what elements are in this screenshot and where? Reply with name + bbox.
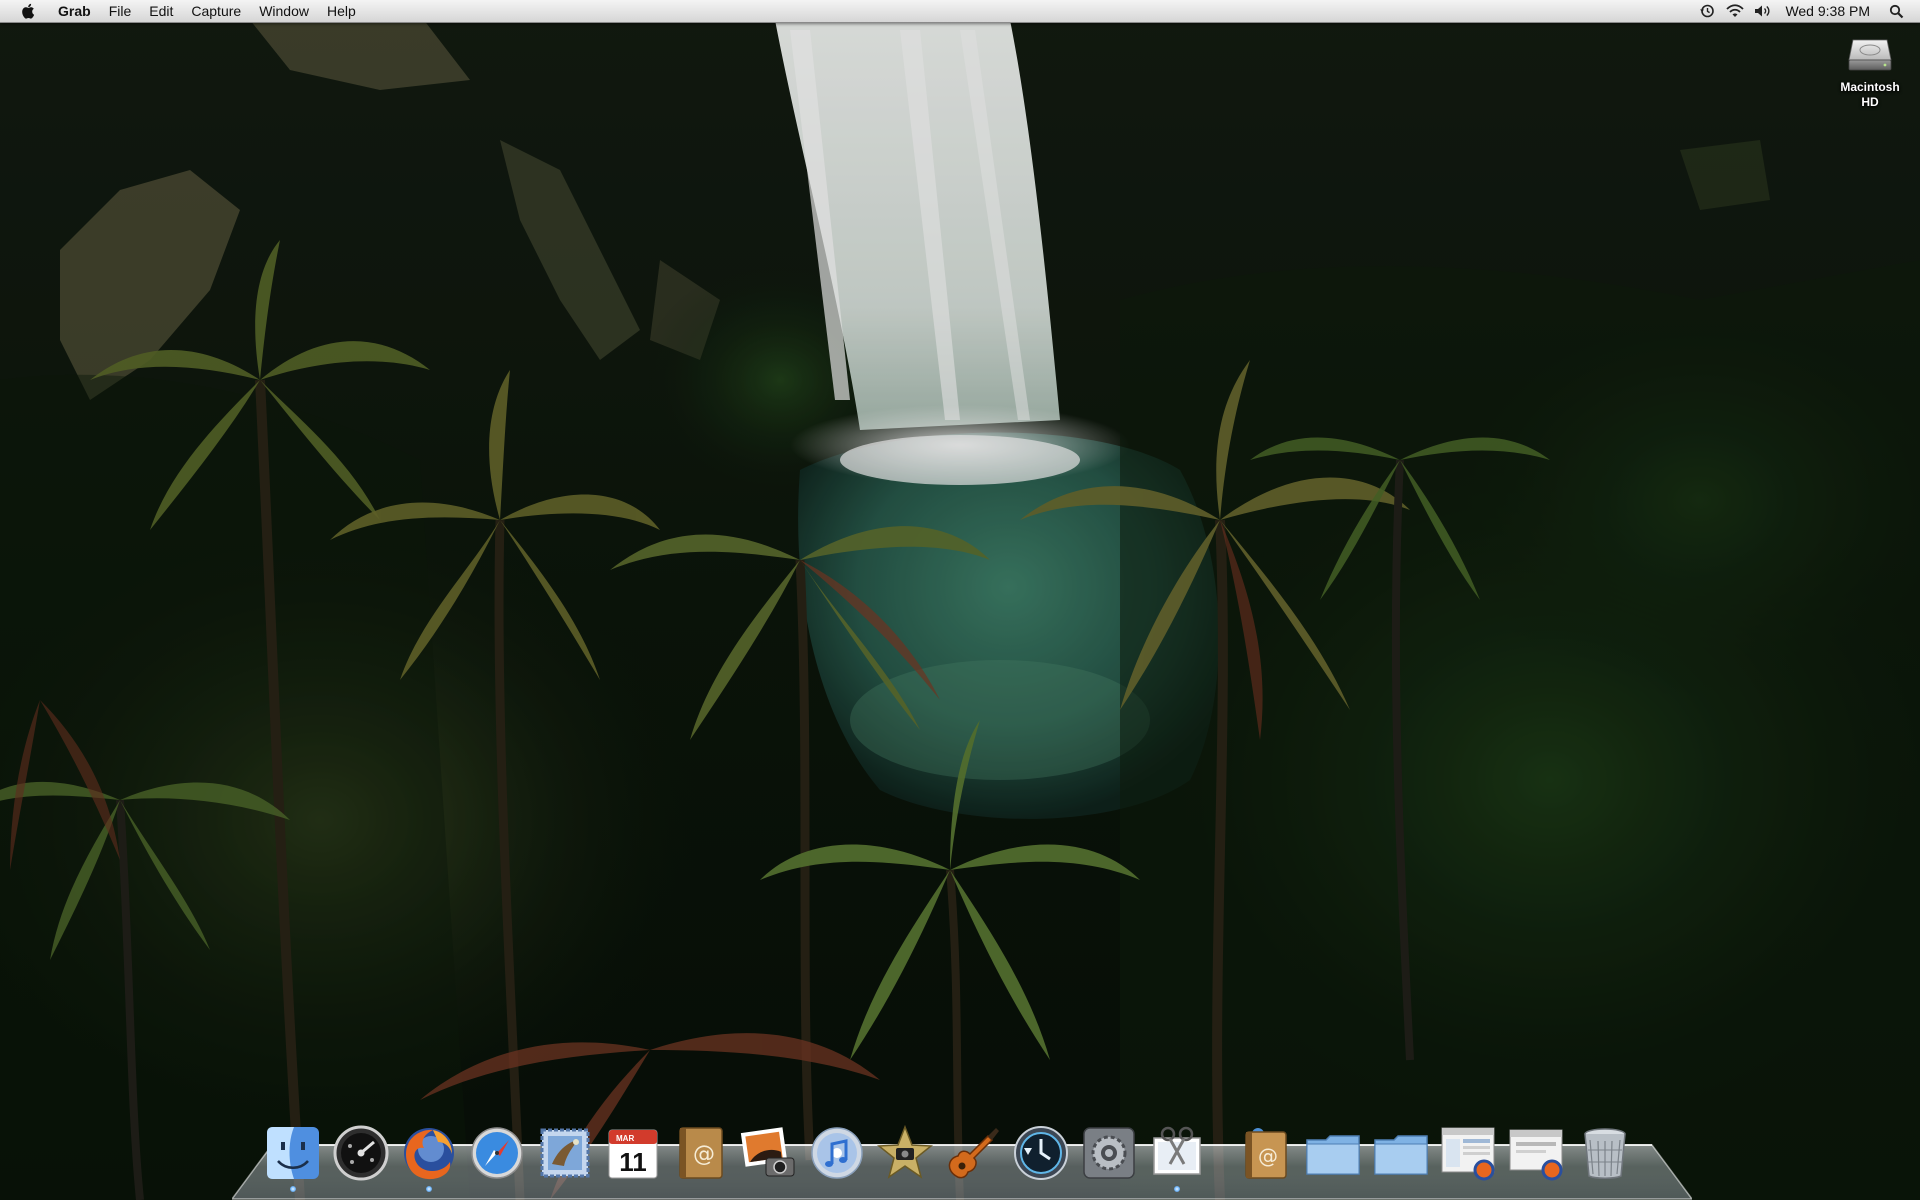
spotlight-icon[interactable]: [1886, 2, 1906, 20]
dock-stack-applications[interactable]: [1302, 1116, 1364, 1182]
volume-icon[interactable]: [1753, 2, 1773, 20]
documents-folder-icon: [1374, 1135, 1428, 1175]
wifi-icon[interactable]: [1725, 2, 1745, 20]
running-indicator: [1174, 1186, 1180, 1192]
grab-icon: [1153, 1126, 1201, 1175]
dock-item-imovie[interactable]: [874, 1116, 936, 1182]
app-menu-grab[interactable]: Grab: [50, 0, 100, 22]
iphoto-icon: [740, 1127, 795, 1177]
ical-icon: MAR 11: [608, 1129, 658, 1179]
trash-icon: [1584, 1128, 1626, 1179]
imovie-icon: [876, 1124, 934, 1179]
dock: MAR 11 @ @: [262, 1112, 1642, 1192]
firefox-icon: [404, 1128, 454, 1180]
ical-month-label: MAR: [616, 1134, 634, 1143]
apple-menu-icon[interactable]: [20, 2, 36, 20]
menu-window[interactable]: Window: [250, 0, 318, 22]
garageband-icon: [948, 1128, 999, 1179]
menu-capture[interactable]: Capture: [182, 0, 250, 22]
dock-item-system-preferences[interactable]: [1078, 1116, 1140, 1182]
applications-folder-icon: [1306, 1135, 1360, 1175]
volume-name-line2: HD: [1861, 95, 1879, 109]
dock-item-grab[interactable]: [1146, 1116, 1208, 1192]
wallpaper-jungle-waterfall: [0, 0, 1920, 1200]
dock-minimized-window-2[interactable]: [1506, 1116, 1568, 1182]
address-book-stack-icon: @: [1245, 1128, 1287, 1179]
menu-edit[interactable]: Edit: [140, 0, 182, 22]
dock-item-mail[interactable]: [534, 1116, 596, 1182]
finder-icon: [267, 1127, 319, 1179]
menu-help[interactable]: Help: [318, 0, 365, 22]
itunes-icon: [811, 1127, 863, 1179]
svg-text:@: @: [1258, 1144, 1278, 1168]
time-machine-icon: [1014, 1126, 1068, 1180]
dock-item-address-book[interactable]: @: [670, 1116, 732, 1182]
dock-item-safari[interactable]: [466, 1116, 528, 1182]
dashboard-icon: [333, 1125, 389, 1181]
safari-icon: [471, 1127, 523, 1179]
dock-item-firefox[interactable]: [398, 1116, 460, 1192]
menu-clock[interactable]: Wed 9:38 PM: [1777, 3, 1882, 19]
dock-item-ical[interactable]: MAR 11: [602, 1116, 664, 1182]
menu-file[interactable]: File: [100, 0, 141, 22]
dock-item-dashboard[interactable]: [330, 1116, 392, 1182]
svg-text:@: @: [693, 1142, 715, 1167]
firefox-window-minimized-1: [1441, 1127, 1495, 1181]
macintosh-hd-desktop-icon[interactable]: Macintosh HD: [1828, 30, 1912, 110]
running-indicator: [426, 1186, 432, 1192]
firefox-window-minimized-2: [1509, 1129, 1563, 1181]
dock-item-iphoto[interactable]: [738, 1116, 800, 1182]
dock-item-time-machine[interactable]: [1010, 1116, 1072, 1182]
volume-name-line1: Macintosh: [1840, 80, 1900, 94]
menu-extras: Wed 9:38 PM: [1693, 0, 1920, 22]
dock-item-trash[interactable]: [1574, 1116, 1636, 1182]
time-machine-icon[interactable]: [1697, 2, 1717, 20]
mail-icon: [540, 1128, 590, 1178]
hard-drive-icon: [1848, 39, 1892, 71]
dock-stack-address-book[interactable]: @: [1234, 1116, 1296, 1182]
ical-day-label: 11: [619, 1147, 647, 1177]
dock-minimized-window-1[interactable]: [1438, 1116, 1500, 1182]
dock-stack-documents[interactable]: [1370, 1116, 1432, 1182]
dock-item-itunes[interactable]: [806, 1116, 868, 1182]
desktop: Grab File Edit Capture Window Help Wed 9…: [0, 0, 1920, 1200]
system-preferences-icon: [1083, 1127, 1135, 1179]
dock-item-finder[interactable]: [262, 1116, 324, 1192]
menu-bar: Grab File Edit Capture Window Help Wed 9…: [0, 0, 1920, 23]
dock-separator: [1214, 1116, 1234, 1182]
dock-item-garageband[interactable]: [942, 1116, 1004, 1182]
running-indicator: [290, 1186, 296, 1192]
address-book-icon: @: [679, 1127, 723, 1179]
